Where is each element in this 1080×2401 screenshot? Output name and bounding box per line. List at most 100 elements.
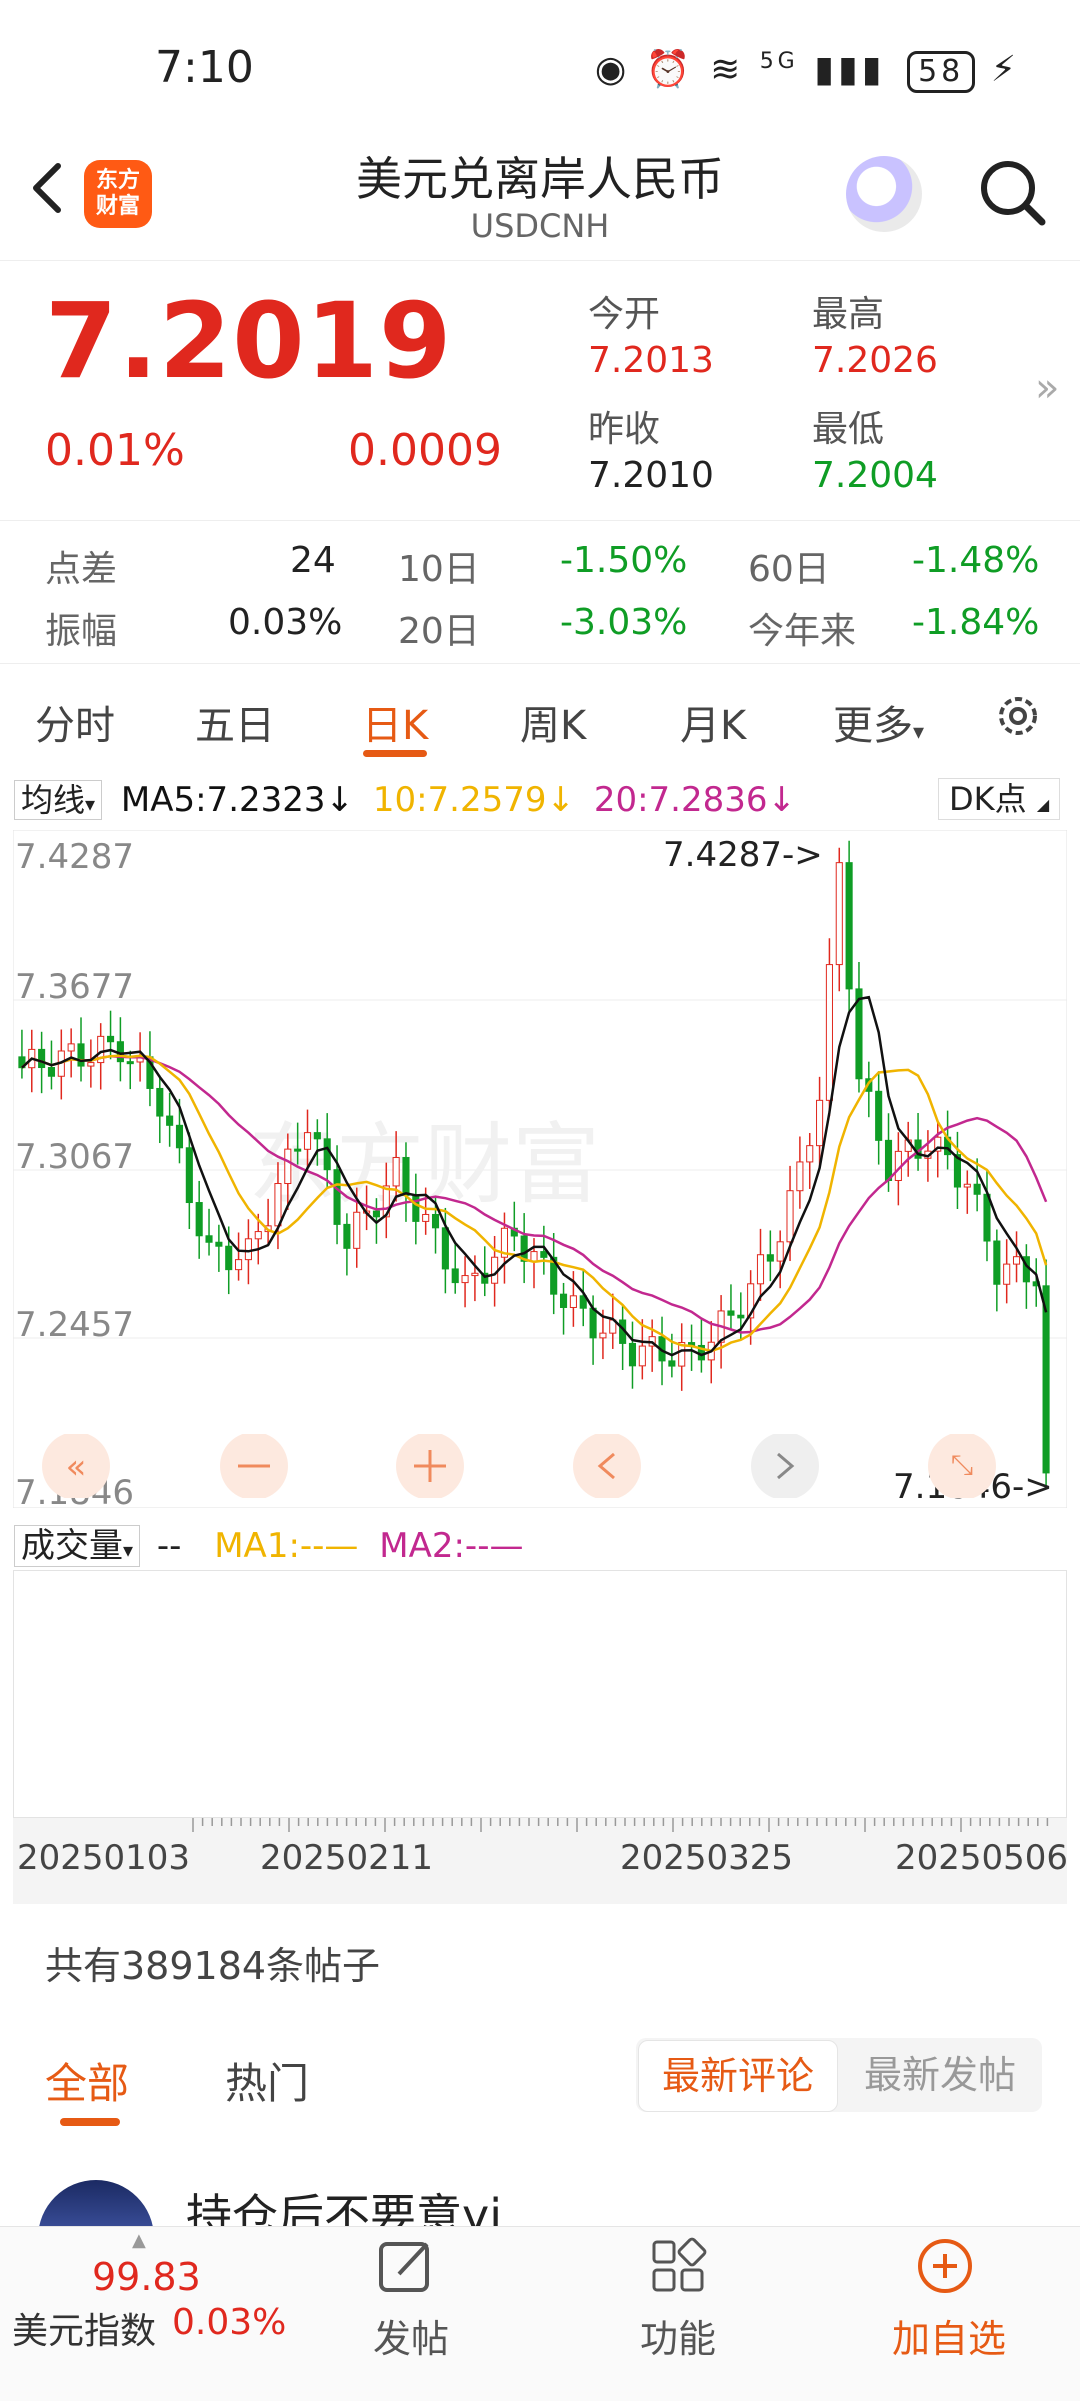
- candle-body: [451, 1268, 459, 1284]
- candle-body: [963, 1183, 971, 1188]
- candle-body: [77, 1043, 85, 1067]
- y-tick-label: 7.3677: [15, 967, 134, 1007]
- d60-value: -1.48%: [912, 540, 1040, 581]
- candle-body: [254, 1231, 262, 1240]
- candle-body: [67, 1043, 75, 1052]
- signal-icon: ▮▮▮: [814, 49, 886, 90]
- zoom-out-button[interactable]: [220, 1434, 288, 1498]
- candle-body: [599, 1332, 607, 1339]
- candle-body: [166, 1115, 174, 1126]
- ma-type-selector[interactable]: 均线▾: [14, 780, 103, 820]
- candle-body: [126, 1061, 134, 1065]
- open-value: 7.2013: [588, 340, 714, 381]
- expand-icon: ⤡: [951, 1448, 973, 1481]
- nav-post-button[interactable]: [375, 2236, 445, 2298]
- scroll-left-fast-button[interactable]: «: [42, 1434, 110, 1498]
- tab-all-posts[interactable]: 全部: [45, 2050, 129, 2111]
- prev-close-label: 昨收: [588, 409, 661, 450]
- x-tick-label: 20250103: [17, 1838, 191, 1878]
- volume-chart[interactable]: [13, 1570, 1067, 1818]
- x-tick-label: 20250506: [895, 1838, 1069, 1878]
- candle-body: [323, 1138, 331, 1171]
- tab-five-day[interactable]: 五日: [195, 693, 275, 751]
- x-tick-label: 20250325: [620, 1838, 794, 1878]
- dollar-index-percent[interactable]: 0.03%: [172, 2302, 286, 2343]
- tab-weekly-k[interactable]: 周K: [520, 693, 586, 751]
- candle-body: [392, 1157, 400, 1187]
- eye-icon: ◉: [594, 49, 631, 90]
- candle-body: [294, 1148, 302, 1152]
- nav-add-watch-button[interactable]: [915, 2236, 979, 2298]
- nav-functions-label[interactable]: 功能: [640, 2308, 716, 2363]
- ma-legend: 均线▾ MA5:7.2323↓ 10:7.2579↓ 20:7.2836↓: [14, 775, 796, 821]
- tab-daily-k[interactable]: 日K: [362, 693, 428, 751]
- nav-add-watch-label[interactable]: 加自选: [892, 2308, 1006, 2363]
- dropdown-arrow-icon: ▾: [913, 720, 925, 745]
- candle-body: [175, 1124, 184, 1149]
- dk-label: DK点: [949, 780, 1027, 818]
- dollar-index-value[interactable]: 99.83: [92, 2255, 201, 2299]
- candle-body: [638, 1345, 646, 1367]
- tab-more[interactable]: 更多▾: [833, 693, 924, 751]
- candle-body: [796, 1161, 804, 1192]
- candle-body: [884, 1139, 893, 1181]
- tab-monthly-k[interactable]: 月K: [680, 693, 746, 751]
- spread-value: 24: [290, 540, 336, 581]
- volume-type-selector[interactable]: 成交量▾: [14, 1525, 141, 1567]
- d20-value: -3.03%: [560, 602, 688, 643]
- edit-icon: [379, 2242, 429, 2292]
- candle-body: [274, 1183, 282, 1227]
- dk-points-button[interactable]: DK点 ◢: [938, 778, 1061, 820]
- scroll-right-button[interactable]: [751, 1434, 819, 1498]
- tab-active-indicator: [363, 750, 427, 757]
- zoom-in-button[interactable]: [396, 1434, 464, 1498]
- collapse-arrow-icon[interactable]: ▲: [132, 2230, 146, 2251]
- candle-body: [471, 1272, 479, 1277]
- candle-body: [303, 1132, 312, 1150]
- scroll-left-button[interactable]: [573, 1434, 641, 1498]
- candle-body: [1003, 1263, 1011, 1285]
- spread-label: 点差: [45, 549, 118, 590]
- candle-body: [835, 862, 843, 966]
- sort-latest-post[interactable]: 最新发帖: [840, 2040, 1040, 2110]
- y-tick-label: 7.4287: [15, 837, 134, 877]
- alarm-icon: ⏰: [645, 49, 695, 90]
- expand-chevron-icon[interactable]: »: [1035, 365, 1059, 411]
- dollar-index-label[interactable]: 美元指数: [12, 2302, 156, 2354]
- candle-body: [993, 1240, 1001, 1285]
- ma-type-label: 均线: [21, 781, 86, 819]
- candle-body: [628, 1342, 637, 1367]
- grid-icon: [652, 2237, 707, 2292]
- low-label: 最低: [812, 409, 885, 450]
- fullscreen-button[interactable]: ⤡: [928, 1434, 996, 1498]
- d20-label: 20日: [398, 611, 480, 652]
- ma5-value: MA5:7.2323↓: [120, 780, 355, 820]
- candle-body: [284, 1148, 292, 1185]
- post-count: 共有389184条帖子: [45, 1944, 381, 1988]
- sort-latest-comment[interactable]: 最新评论: [638, 2040, 838, 2112]
- kline-chart[interactable]: 东方财富 7.4287 7.3677 7.3067 7.2457 7.1846 …: [13, 830, 1067, 1508]
- candle-body: [402, 1157, 410, 1196]
- candle-body: [313, 1132, 321, 1140]
- chart-controls: « ⤡: [42, 1434, 996, 1498]
- search-icon[interactable]: [976, 156, 1048, 228]
- candle-body: [756, 1254, 765, 1285]
- ma20-value: 20:7.2836↓: [593, 780, 797, 820]
- nav-post-label[interactable]: 发帖: [373, 2308, 449, 2363]
- volume-ma1: MA1:--—: [214, 1526, 359, 1566]
- change-amount: 0.0009: [348, 425, 502, 476]
- dropdown-arrow-icon: ▾: [123, 1538, 134, 1562]
- wifi-icon: ≋: [710, 49, 745, 90]
- watermark: 东方财富: [248, 1113, 600, 1216]
- robot-assistant-icon[interactable]: [846, 156, 922, 232]
- open-label: 今开: [588, 294, 661, 335]
- max-price-annotation: 7.4287->: [663, 835, 823, 875]
- settings-icon[interactable]: [992, 690, 1044, 742]
- candle-body: [816, 1099, 824, 1147]
- tab-hot-posts[interactable]: 热门: [225, 2050, 309, 2111]
- nav-functions-button[interactable]: [648, 2236, 712, 2298]
- candle-body: [333, 1169, 341, 1225]
- page-subtitle: USDCNH: [470, 207, 610, 245]
- candle-body: [806, 1145, 814, 1163]
- tab-intraday[interactable]: 分时: [35, 693, 115, 751]
